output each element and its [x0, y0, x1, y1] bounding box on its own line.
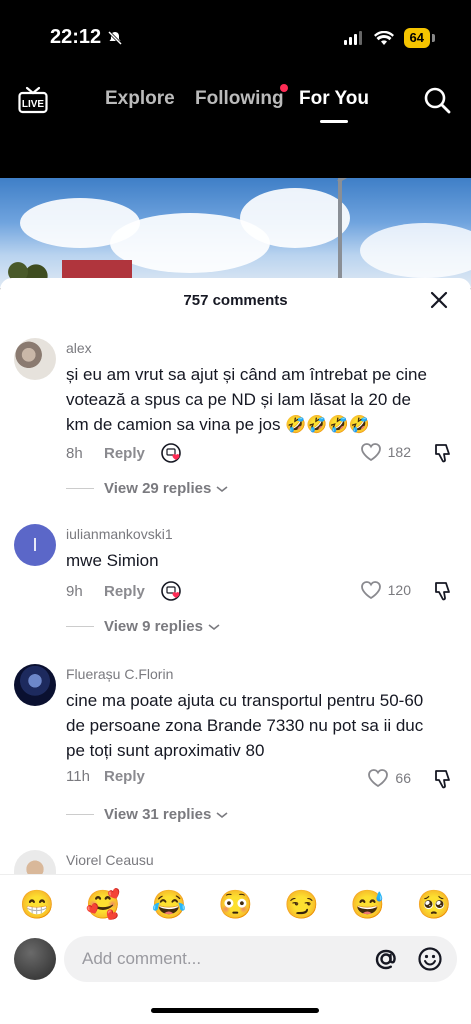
comment-input[interactable]: [82, 936, 352, 982]
cloud-shape: [360, 223, 471, 278]
comment-text: cine ma poate ajuta cu transportul pentr…: [66, 691, 424, 760]
svg-text:LIVE: LIVE: [22, 99, 45, 110]
tab-following[interactable]: Following: [195, 88, 284, 110]
view-replies-button[interactable]: View 29 replies: [66, 480, 229, 497]
emoji-flushed[interactable]: 😳: [215, 888, 255, 921]
wifi-icon: [373, 30, 394, 45]
comment-username[interactable]: Fluerașu C.Florin: [66, 666, 173, 682]
lamp-arm: [337, 178, 351, 183]
battery-indicator: 64: [403, 28, 430, 48]
my-avatar[interactable]: [14, 938, 56, 980]
emoji-joy[interactable]: 😂: [149, 888, 189, 921]
notification-dot: [280, 84, 288, 92]
reply-button[interactable]: Reply: [104, 583, 145, 600]
avatar[interactable]: I: [14, 524, 56, 566]
comment-username[interactable]: iulianmankovski1: [66, 526, 173, 542]
like-count: 182: [387, 444, 411, 460]
comment-time: 9h: [66, 582, 83, 600]
avatar-letter: I: [32, 534, 38, 555]
divider-line: [66, 626, 94, 627]
cloud-shape: [240, 188, 350, 248]
dislike-icon[interactable]: [433, 442, 455, 464]
live-icon[interactable]: LIVE: [18, 86, 48, 114]
divider-line: [66, 488, 94, 489]
emoji-sweat-smile[interactable]: 😅: [348, 888, 388, 921]
lamp-pole: [338, 178, 342, 288]
like-count: 120: [387, 582, 411, 598]
clock: 22:12: [50, 26, 102, 48]
avatar[interactable]: [14, 338, 56, 380]
reply-button[interactable]: Reply: [104, 768, 145, 785]
sticker-reply-icon[interactable]: [161, 442, 183, 464]
emoji-pleading[interactable]: 🥺: [414, 888, 454, 921]
view-replies-label: View 29 replies: [104, 480, 212, 497]
chevron-down-icon: [208, 623, 220, 630]
home-indicator: [151, 1008, 319, 1013]
emoji-smirk[interactable]: 😏: [282, 888, 322, 921]
sticker-reply-icon[interactable]: [161, 580, 183, 602]
status-bar: 22:12 64: [0, 0, 471, 72]
view-replies-label: View 9 replies: [104, 618, 203, 635]
close-icon[interactable]: [429, 290, 449, 310]
reply-button[interactable]: Reply: [104, 445, 145, 462]
tab-for-you[interactable]: For You: [299, 88, 369, 110]
view-replies-button[interactable]: View 9 replies: [66, 618, 221, 635]
comment-input-pill[interactable]: [64, 936, 457, 982]
comment-time: 8h: [66, 444, 83, 462]
heart-icon[interactable]: [360, 442, 382, 462]
heart-icon[interactable]: [367, 768, 389, 788]
dislike-icon[interactable]: [433, 580, 455, 602]
emoji-picker-icon[interactable]: [417, 946, 443, 972]
search-icon[interactable]: [423, 86, 451, 114]
tab-explore[interactable]: Explore: [105, 88, 175, 110]
comment-text: și eu am vrut sa ajut și când am întreba…: [66, 365, 427, 434]
comments-count-title: 757 comments: [183, 292, 288, 309]
top-nav: LIVE Explore Following For You: [0, 72, 471, 178]
video-preview[interactable]: [0, 178, 471, 288]
divider-line: [66, 814, 94, 815]
quick-emoji-bar: 😁 🥰 😂 😳 😏 😅 🥺: [0, 874, 471, 934]
battery-tip: [432, 34, 435, 42]
comment-username[interactable]: Viorel Ceausu: [66, 852, 154, 868]
like-count: 66: [395, 770, 411, 786]
dislike-icon[interactable]: [433, 768, 455, 790]
mention-icon[interactable]: [373, 946, 399, 972]
view-replies-button[interactable]: View 31 replies: [66, 806, 229, 823]
active-tab-underline: [320, 120, 348, 123]
view-replies-label: View 31 replies: [104, 806, 212, 823]
chevron-down-icon: [216, 811, 228, 818]
avatar[interactable]: [14, 664, 56, 706]
emoji-hearts[interactable]: 🥰: [83, 888, 123, 921]
bell-muted-icon: [108, 30, 123, 45]
heart-icon[interactable]: [360, 580, 382, 600]
signal-icon: [343, 31, 362, 45]
chevron-down-icon: [216, 485, 228, 492]
emoji-grin[interactable]: 😁: [17, 888, 57, 921]
comment-text: mwe Simion: [66, 551, 159, 570]
comment-username[interactable]: alex: [66, 340, 92, 356]
comment-time: 11h: [66, 768, 90, 785]
avatar[interactable]: [14, 850, 56, 874]
